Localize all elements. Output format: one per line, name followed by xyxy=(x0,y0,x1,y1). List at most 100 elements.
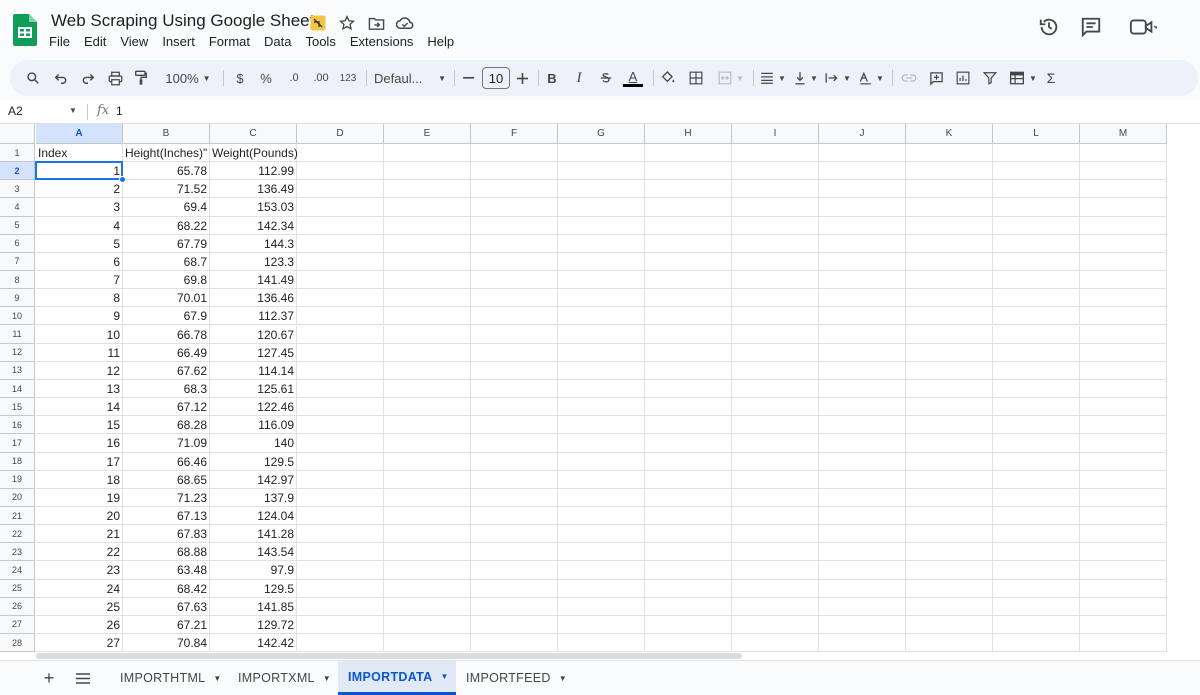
empty-cell[interactable] xyxy=(906,307,993,326)
table-cell[interactable]: 142.97 xyxy=(210,470,297,489)
table-cell[interactable]: 23 xyxy=(36,561,123,580)
table-cell[interactable]: 4 xyxy=(36,216,123,235)
spreadsheet-grid[interactable]: ABCDEFGHIJKLM 1 2 3 4 5 6 7 8 9 10 11 12 13 14 15 16 17 1… xyxy=(0,124,1200,652)
empty-cell[interactable] xyxy=(732,198,819,217)
column-header-a[interactable]: A xyxy=(36,124,123,144)
table-cell[interactable]: 11 xyxy=(36,343,123,362)
table-cell[interactable]: Height(Inches)" xyxy=(123,144,210,163)
empty-cell[interactable] xyxy=(558,271,645,290)
fill-color-icon[interactable] xyxy=(659,60,677,96)
empty-cell[interactable] xyxy=(819,525,906,544)
empty-cell[interactable] xyxy=(732,162,819,181)
empty-cell[interactable] xyxy=(1080,434,1167,453)
italic-button[interactable]: I xyxy=(572,60,586,96)
empty-cell[interactable] xyxy=(906,144,993,163)
table-cell[interactable]: 22 xyxy=(36,543,123,562)
empty-cell[interactable] xyxy=(558,470,645,489)
table-cell[interactable]: 21 xyxy=(36,525,123,544)
empty-cell[interactable] xyxy=(471,452,558,471)
empty-cell[interactable] xyxy=(297,325,384,344)
empty-cell[interactable] xyxy=(1080,579,1167,598)
meet-icon[interactable] xyxy=(1129,16,1157,38)
sheets-logo-icon[interactable] xyxy=(13,14,37,46)
empty-cell[interactable] xyxy=(993,144,1080,163)
empty-cell[interactable] xyxy=(906,416,993,435)
empty-cell[interactable] xyxy=(297,180,384,199)
table-cell[interactable]: 14 xyxy=(36,398,123,417)
empty-cell[interactable] xyxy=(906,198,993,217)
empty-cell[interactable] xyxy=(384,216,471,235)
empty-cell[interactable] xyxy=(732,470,819,489)
empty-cell[interactable] xyxy=(732,543,819,562)
empty-cell[interactable] xyxy=(993,379,1080,399)
empty-cell[interactable] xyxy=(558,180,645,199)
empty-cell[interactable] xyxy=(558,615,645,635)
column-header-j[interactable]: J xyxy=(819,124,906,144)
empty-cell[interactable] xyxy=(906,579,993,598)
empty-cell[interactable] xyxy=(297,416,384,435)
empty-cell[interactable] xyxy=(558,325,645,344)
horizontal-align-icon[interactable]: ▼ xyxy=(758,60,788,96)
table-cell[interactable]: 67.12 xyxy=(123,398,210,417)
empty-cell[interactable] xyxy=(558,361,645,380)
font-select[interactable]: Defaul... ▼ xyxy=(374,60,446,96)
row-header[interactable]: 26 xyxy=(0,597,35,616)
empty-cell[interactable] xyxy=(471,434,558,453)
empty-cell[interactable] xyxy=(993,361,1080,380)
empty-cell[interactable] xyxy=(645,307,732,326)
empty-cell[interactable] xyxy=(471,307,558,326)
empty-cell[interactable] xyxy=(471,216,558,235)
row-header[interactable]: 16 xyxy=(0,416,35,435)
empty-cell[interactable] xyxy=(906,289,993,308)
empty-cell[interactable] xyxy=(297,615,384,635)
empty-cell[interactable] xyxy=(297,289,384,308)
empty-cell[interactable] xyxy=(297,398,384,417)
sheet-tab-importfeed[interactable]: IMPORTFEED ▼ xyxy=(456,661,568,695)
empty-cell[interactable] xyxy=(297,271,384,290)
empty-cell[interactable] xyxy=(906,325,993,344)
empty-cell[interactable] xyxy=(645,398,732,417)
empty-cell[interactable] xyxy=(471,579,558,598)
empty-cell[interactable] xyxy=(732,597,819,616)
horizontal-scrollbar[interactable] xyxy=(0,652,1200,660)
empty-cell[interactable] xyxy=(819,361,906,380)
table-cell[interactable]: 123.3 xyxy=(210,252,297,272)
column-header-m[interactable]: M xyxy=(1080,124,1167,144)
empty-cell[interactable] xyxy=(297,488,384,507)
table-cell[interactable]: 144.3 xyxy=(210,234,297,253)
row-header[interactable]: 15 xyxy=(0,398,35,417)
table-cell[interactable]: 67.83 xyxy=(123,525,210,544)
empty-cell[interactable] xyxy=(384,488,471,507)
empty-cell[interactable] xyxy=(906,507,993,526)
scrollbar-thumb[interactable] xyxy=(36,653,742,659)
move-folder-icon[interactable] xyxy=(367,14,385,32)
empty-cell[interactable] xyxy=(732,615,819,635)
empty-cell[interactable] xyxy=(297,543,384,562)
empty-cell[interactable] xyxy=(471,144,558,163)
empty-cell[interactable] xyxy=(906,525,993,544)
decrease-font-size-icon[interactable] xyxy=(461,60,475,96)
insert-comment-icon[interactable] xyxy=(927,60,945,96)
menu-help[interactable]: Help xyxy=(420,34,461,50)
empty-cell[interactable] xyxy=(471,416,558,435)
empty-cell[interactable] xyxy=(906,488,993,507)
row-header[interactable]: 28 xyxy=(0,634,35,652)
empty-cell[interactable] xyxy=(906,561,993,580)
table-cell[interactable]: Index xyxy=(36,144,123,163)
cloud-saved-icon[interactable] xyxy=(396,14,414,32)
table-cell[interactable]: 71.23 xyxy=(123,488,210,507)
empty-cell[interactable] xyxy=(471,561,558,580)
table-cell[interactable]: 67.79 xyxy=(123,234,210,253)
empty-cell[interactable] xyxy=(732,379,819,399)
empty-cell[interactable] xyxy=(993,416,1080,435)
row-header[interactable]: 13 xyxy=(0,361,35,380)
insert-chart-icon[interactable] xyxy=(954,60,972,96)
empty-cell[interactable] xyxy=(471,198,558,217)
table-cell[interactable]: 120.67 xyxy=(210,325,297,344)
table-cell[interactable]: 67.62 xyxy=(123,361,210,380)
table-cell[interactable]: 141.28 xyxy=(210,525,297,544)
empty-cell[interactable] xyxy=(471,162,558,181)
table-cell[interactable]: 7 xyxy=(36,271,123,290)
empty-cell[interactable] xyxy=(819,307,906,326)
empty-cell[interactable] xyxy=(993,470,1080,489)
